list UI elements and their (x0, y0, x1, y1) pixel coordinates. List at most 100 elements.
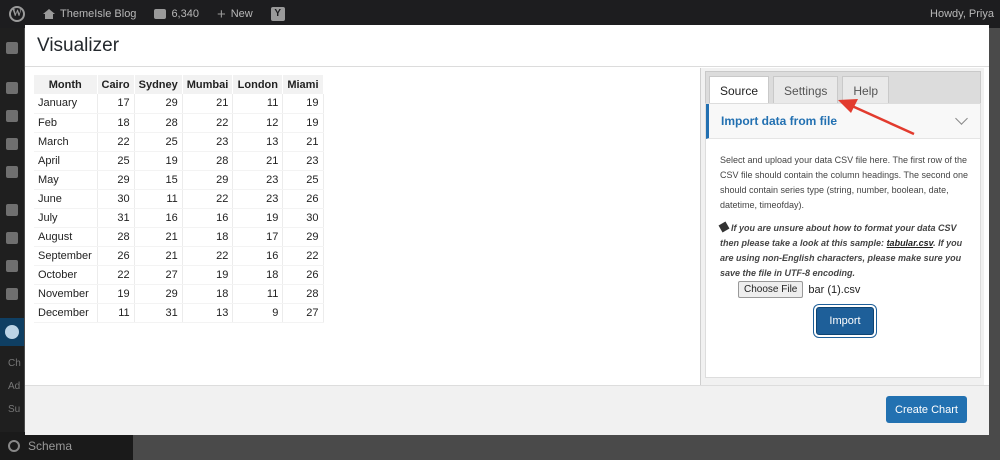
import-file-section: Import data from file Select and upload … (705, 103, 981, 378)
month-cell: July (34, 208, 98, 228)
value-cell: 26 (282, 189, 324, 209)
create-chart-button[interactable]: Create Chart (886, 396, 967, 423)
account-menu[interactable]: Howdy, Priya (921, 0, 1000, 28)
yoast-menu[interactable]: Y (262, 0, 294, 28)
sidebar-partial-label[interactable]: Su (8, 404, 20, 415)
import-description: Select and upload your data CSV file her… (720, 155, 968, 210)
value-cell: 29 (134, 94, 183, 114)
comments-menu[interactable]: 6,340 (145, 0, 208, 28)
value-cell: 25 (282, 170, 324, 190)
value-cell: 31 (134, 303, 183, 323)
wp-admin-bar: W ThemeIsle Blog 6,340 + New Y Howdy, Pr… (0, 0, 1000, 28)
import-file-section-header[interactable]: Import data from file (706, 104, 980, 139)
visualizer-menu-item[interactable] (0, 318, 24, 346)
value-cell: 31 (97, 208, 135, 228)
value-cell: 15 (134, 170, 183, 190)
value-cell: 18 (182, 227, 234, 247)
schema-label: Schema (28, 439, 73, 453)
chevron-down-icon[interactable] (955, 112, 968, 125)
value-cell: 19 (282, 113, 324, 133)
sample-csv-link[interactable]: tabular.csv (887, 238, 934, 248)
value-cell: 16 (134, 208, 183, 228)
column-header: Month (34, 75, 98, 94)
site-name-menu[interactable]: ThemeIsle Blog (34, 0, 145, 28)
sidebar-partial-label[interactable]: Ch (8, 358, 21, 369)
value-cell: 29 (134, 284, 183, 304)
month-cell: May (34, 170, 98, 190)
value-cell: 25 (134, 132, 183, 152)
panel-tabs: Source Settings Help (705, 71, 981, 104)
comment-icon (154, 9, 167, 19)
sidebar-partial-label[interactable]: Ad (8, 381, 20, 392)
value-cell: 30 (97, 189, 135, 209)
modal-body: Month Cairo Sydney Mumbai London Miami J… (25, 67, 989, 385)
value-cell: 22 (282, 246, 324, 266)
table-body: January 17 29 21 11 19 Feb 18 28 22 12 19 March 22 25 2… (34, 94, 324, 323)
tab-help[interactable]: Help (842, 76, 890, 104)
value-cell: 21 (282, 132, 324, 152)
modal-footer: Create Chart (25, 385, 989, 435)
month-cell: January (34, 94, 98, 114)
value-cell: 13 (182, 303, 234, 323)
choose-file-button[interactable]: Choose File (738, 281, 804, 298)
column-header: London (232, 75, 284, 94)
tab-source[interactable]: Source (709, 76, 770, 104)
import-button[interactable]: Import (816, 307, 874, 335)
users-icon[interactable] (6, 204, 18, 216)
month-cell: Feb (34, 113, 98, 133)
value-cell: 28 (97, 227, 135, 247)
table-header-row: Month Cairo Sydney Mumbai London Miami (34, 75, 324, 94)
settings-icon[interactable] (6, 260, 18, 272)
tab-settings[interactable]: Settings (773, 76, 839, 104)
value-cell: 12 (232, 113, 284, 133)
value-cell: 28 (134, 113, 183, 133)
plugins-icon[interactable] (6, 288, 18, 300)
value-cell: 28 (182, 151, 234, 171)
table-row: November 19 29 18 11 28 (34, 284, 324, 304)
value-cell: 11 (134, 189, 183, 209)
admin-sidebar: Ch Ad Su (0, 28, 24, 460)
table-row: January 17 29 21 11 19 (34, 94, 324, 114)
table-row: March 22 25 23 13 21 (34, 132, 324, 152)
chart-settings-panel: Source Settings Help Import data from fi… (700, 68, 984, 385)
value-cell: 19 (134, 151, 183, 171)
value-cell: 19 (232, 208, 284, 228)
month-cell: November (34, 284, 98, 304)
pages-icon[interactable] (6, 138, 18, 150)
schema-menu-item[interactable]: Schema (0, 432, 133, 460)
value-cell: 22 (182, 246, 234, 266)
value-cell: 11 (232, 284, 284, 304)
value-cell: 23 (232, 170, 284, 190)
month-cell: October (34, 265, 98, 285)
value-cell: 11 (97, 303, 135, 323)
posts-icon[interactable] (6, 82, 18, 94)
value-cell: 23 (232, 189, 284, 209)
table-row: May 29 15 29 23 25 (34, 170, 324, 190)
tools-icon[interactable] (6, 232, 18, 244)
value-cell: 18 (182, 284, 234, 304)
format-tip: If you are unsure about how to format yo… (718, 221, 970, 281)
value-cell: 30 (282, 208, 324, 228)
value-cell: 13 (232, 132, 284, 152)
value-cell: 9 (232, 303, 284, 323)
comments-icon[interactable] (6, 166, 18, 178)
dashboard-icon[interactable] (6, 42, 18, 54)
value-cell: 16 (232, 246, 284, 266)
value-cell: 26 (97, 246, 135, 266)
value-cell: 19 (282, 94, 324, 114)
media-icon[interactable] (6, 110, 18, 122)
value-cell: 19 (182, 265, 234, 285)
month-cell: December (34, 303, 98, 323)
new-content-menu[interactable]: + New (208, 0, 262, 28)
column-header: Mumbai (182, 75, 234, 94)
howdy-text: Howdy, Priya (930, 8, 994, 20)
home-icon (43, 9, 55, 19)
comment-count: 6,340 (171, 8, 199, 20)
month-cell: September (34, 246, 98, 266)
table-row: June 30 11 22 23 26 (34, 189, 324, 209)
wp-logo-menu[interactable]: W (0, 0, 34, 28)
value-cell: 23 (182, 132, 234, 152)
visualizer-icon (5, 325, 19, 339)
value-cell: 16 (182, 208, 234, 228)
column-header: Cairo (97, 75, 135, 94)
